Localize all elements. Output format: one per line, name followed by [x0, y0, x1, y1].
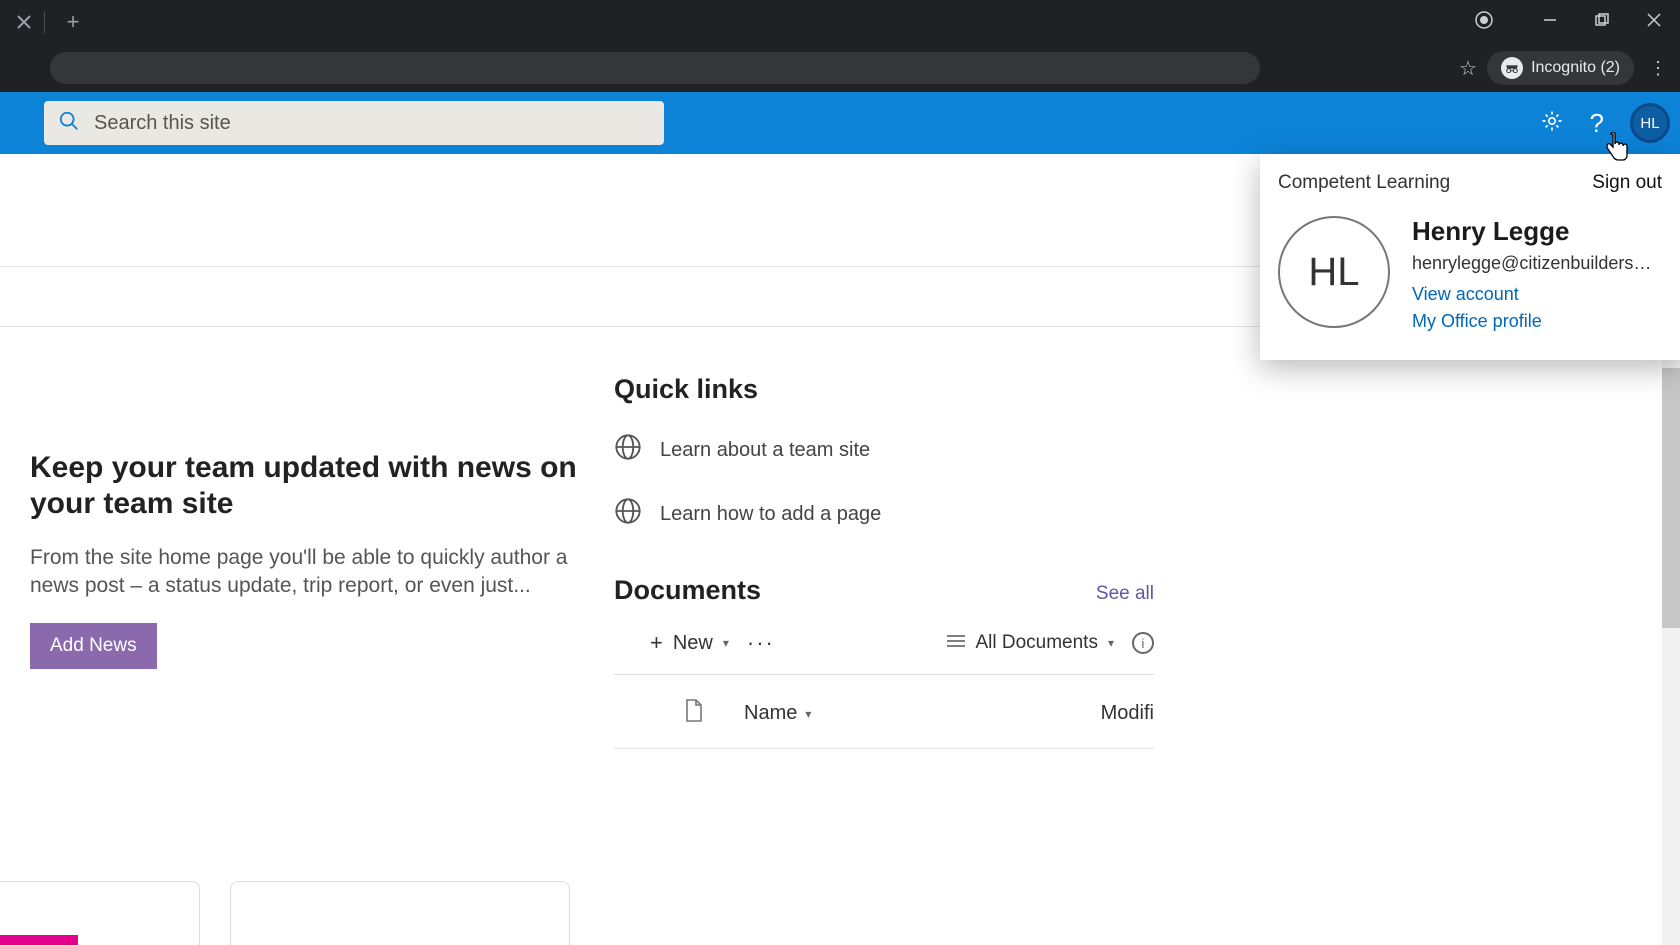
flyout-email: henrylegge@citizenbuilders.o... [1412, 253, 1652, 274]
chevron-down-icon: ▾ [805, 707, 811, 721]
quick-link-item[interactable]: Learn how to add a page [614, 497, 1154, 531]
cursor-pointer-icon [1604, 132, 1630, 167]
documents-heading: Documents [614, 575, 761, 606]
scrollbar-thumb[interactable] [1662, 368, 1680, 628]
minimize-button[interactable] [1524, 0, 1576, 40]
file-icon [684, 699, 704, 728]
quick-link-item[interactable]: Learn about a team site [614, 433, 1154, 467]
chrome-menu-icon[interactable]: ⋮ [1644, 66, 1672, 70]
flyout-avatar-initials: HL [1308, 250, 1359, 295]
avatar-initials: HL [1640, 115, 1659, 132]
column-name[interactable]: Name ▾ [744, 702, 811, 725]
scrollbar[interactable] [1662, 328, 1680, 945]
address-row: ☆ Incognito (2) ⋮ [0, 44, 1680, 92]
bottom-tile[interactable] [0, 881, 200, 945]
info-icon[interactable]: i [1132, 632, 1154, 654]
flyout-avatar: HL [1278, 216, 1390, 328]
sign-out-link[interactable]: Sign out [1592, 172, 1662, 194]
news-title: Keep your team updated with news on your… [30, 450, 590, 522]
quick-links-heading: Quick links [614, 374, 1154, 405]
search-icon [58, 110, 80, 137]
documents-toolbar: + New ▾ ··· All Documents ▾ i [614, 630, 1154, 675]
add-news-button[interactable]: Add News [30, 623, 157, 669]
right-column: Quick links Learn about a team site Lear… [614, 374, 1154, 749]
view-label: All Documents [975, 632, 1098, 654]
avatar-button[interactable]: HL [1630, 103, 1670, 143]
new-button[interactable]: + New ▾ [650, 630, 729, 656]
list-icon [947, 632, 965, 654]
help-icon[interactable]: ? [1590, 108, 1604, 139]
chevron-down-icon: ▾ [1108, 636, 1114, 650]
incognito-label: Incognito (2) [1531, 59, 1620, 77]
more-actions-icon[interactable]: ··· [747, 630, 775, 656]
new-tab-button[interactable]: + [57, 6, 89, 38]
quick-link-label: Learn about a team site [660, 439, 870, 462]
search-input[interactable] [94, 112, 650, 135]
gear-icon[interactable] [1540, 109, 1564, 138]
plus-icon: + [650, 630, 663, 656]
bottom-tile[interactable] [230, 881, 570, 945]
incognito-icon [1501, 57, 1523, 79]
documents-header: Documents See all [614, 575, 1154, 606]
chevron-down-icon: ▾ [723, 636, 729, 650]
address-bar[interactable] [50, 52, 1260, 84]
window-controls [1458, 0, 1680, 40]
incognito-chip[interactable]: Incognito (2) [1487, 51, 1634, 85]
profile-dot-icon[interactable] [1458, 0, 1510, 40]
quick-link-label: Learn how to add a page [660, 503, 881, 526]
account-flyout: Competent Learning Sign out HL Henry Leg… [1260, 154, 1680, 360]
globe-icon [614, 497, 642, 531]
news-block: Keep your team updated with news on your… [30, 450, 590, 669]
documents-table-header: Name ▾ Modifi [614, 675, 1154, 749]
office-profile-link[interactable]: My Office profile [1412, 311, 1652, 332]
flyout-display-name: Henry Legge [1412, 216, 1652, 247]
maximize-button[interactable] [1576, 0, 1628, 40]
globe-icon [614, 433, 642, 467]
view-account-link[interactable]: View account [1412, 284, 1652, 305]
column-modified[interactable]: Modifi [1101, 702, 1154, 725]
tab-separator [44, 11, 45, 33]
sharepoint-topbar: ? HL [0, 92, 1680, 154]
tile-accent [0, 935, 78, 945]
browser-chrome: + ☆ Incognito (2) ⋮ [0, 0, 1680, 92]
search-box[interactable] [44, 101, 664, 145]
news-description: From the site home page you'll be able t… [30, 544, 590, 601]
org-name: Competent Learning [1278, 172, 1450, 194]
see-all-link[interactable]: See all [1096, 583, 1154, 605]
tab-strip: + [0, 0, 1680, 44]
new-label: New [673, 632, 713, 655]
view-selector[interactable]: All Documents ▾ [947, 632, 1114, 654]
close-tab-icon[interactable] [8, 6, 40, 38]
bookmark-star-icon[interactable]: ☆ [1459, 56, 1477, 81]
close-window-button[interactable] [1628, 0, 1680, 40]
